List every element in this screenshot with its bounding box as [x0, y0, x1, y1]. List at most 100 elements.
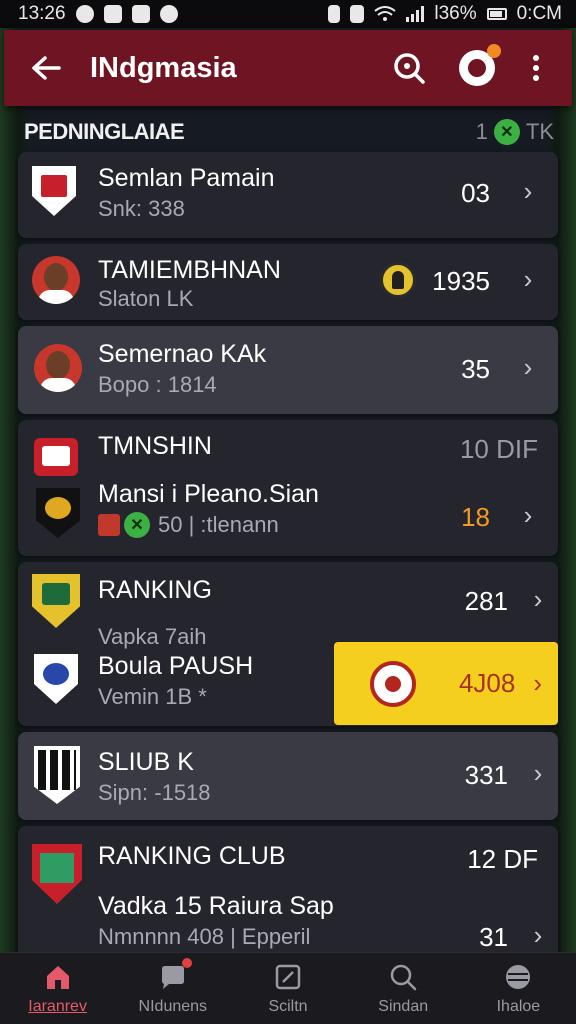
row-title: Semlan Pamain	[98, 164, 275, 192]
whistle-icon: ✕	[124, 512, 150, 538]
edit-square-icon	[273, 962, 303, 992]
image-icon	[131, 5, 150, 23]
nav-item-home[interactable]: Iaranrev	[0, 953, 115, 1024]
nav-label: Sciltn	[268, 997, 308, 1015]
row-subtitle: 50 | :tlenann	[158, 512, 279, 537]
flag-icon	[98, 514, 120, 536]
row-subtitle-secondary: Vapka 7aih	[98, 624, 207, 649]
vibrate-icon	[350, 5, 365, 23]
row-value: 31	[479, 922, 508, 952]
notification-dot	[487, 44, 501, 58]
section-label: PEDNINGLAIAE	[24, 119, 185, 144]
player-avatar	[34, 344, 82, 392]
club-crest-icon	[36, 488, 80, 538]
check-icon	[103, 5, 122, 23]
row-title: TAMIEMBHNAN	[98, 256, 281, 284]
battery-percent: Ɩ36%	[434, 3, 477, 24]
nav-label: NIdunens	[138, 997, 208, 1015]
row-subtitle: Bopo : 1814	[98, 372, 217, 397]
row-subtitle: Snk: 338	[98, 196, 185, 221]
section-meta: 1 ✕ TK	[476, 119, 554, 145]
status-time: 13:26	[18, 3, 66, 24]
nav-label: Sindan	[378, 997, 429, 1015]
row-value: 35	[461, 354, 490, 384]
nfc-icon	[328, 5, 341, 23]
player-avatar	[32, 256, 80, 304]
bottom-nav: Iaranrev NIdunens Sciltn Sindan Ihaloe	[0, 952, 576, 1024]
profile-badge-icon	[459, 44, 501, 86]
row-value-top: 281	[464, 586, 508, 616]
nav-item-edit[interactable]: Sciltn	[230, 953, 345, 1024]
status-bar: 13:26 Ɩ36% 0:CM	[0, 0, 576, 28]
list-item[interactable]: RANKING CLUB 12 DF Vadka 15 Raiura Sap N…	[18, 826, 558, 952]
row-title-secondary: Vadka 15 Raiura Sap	[98, 892, 334, 920]
nav-item-search[interactable]: Sindan	[346, 953, 461, 1024]
row-title: RANKING	[98, 576, 212, 604]
arrow-left-icon	[32, 56, 61, 80]
club-crest-icon	[32, 166, 76, 216]
list-item[interactable]: TAMIEMBHNAN Slaton LK 1935 ›	[18, 244, 558, 320]
avatar	[468, 59, 486, 77]
row-value: 331	[464, 760, 508, 790]
nav-item-ball[interactable]: Ihaloe	[461, 953, 576, 1024]
ball-icon	[503, 962, 533, 992]
row-title: SLIUB K	[98, 748, 194, 776]
club-crest-icon	[34, 654, 78, 704]
whistle-icon: ✕	[493, 119, 520, 145]
status-right: Ɩ36% 0:CM	[328, 3, 562, 25]
club-crest-icon	[34, 438, 78, 476]
app-bar: INdgmasia	[4, 30, 572, 106]
back-button[interactable]	[22, 44, 70, 92]
list-item[interactable]: Semlan Pamain Snk: 338 03 ›	[18, 152, 558, 238]
row-value: 03	[461, 178, 490, 208]
club-crest-icon	[32, 844, 82, 904]
chevron-right-icon: ›	[523, 352, 533, 382]
player-badge-icon	[380, 262, 416, 298]
section-header: PEDNINGLAIAE 1 ✕ TK	[24, 116, 554, 148]
chevron-right-icon: ›	[533, 584, 543, 614]
club-crest-icon	[34, 746, 80, 804]
chevron-right-icon: ›	[533, 758, 543, 788]
page-title: INdgmasia	[90, 51, 237, 84]
search-icon	[388, 962, 418, 992]
row-title: Semernao KAk	[98, 340, 267, 368]
list-item[interactable]: SLIUB K Sipn: -1518 331 ›	[18, 732, 558, 820]
chevron-right-icon: ›	[523, 264, 533, 294]
more-vertical-icon	[533, 55, 539, 81]
chevron-right-icon: ›	[533, 920, 543, 950]
highlight-value-button[interactable]: 4J08 ›	[334, 642, 558, 725]
search-button[interactable]	[382, 41, 436, 95]
row-title-secondary: Boula PAUSH	[98, 652, 254, 680]
nav-label: Ihaloe	[496, 997, 541, 1015]
row-title-secondary: Mansi i Pleano.Sian	[98, 480, 319, 508]
chat-icon	[158, 957, 192, 992]
chevron-right-icon: ›	[523, 500, 533, 530]
row-subtitle: Slaton LK	[98, 286, 194, 311]
list-item[interactable]: TMNSHIN 10 DIF Mansi i Pleano.Sian ✕ 50 …	[18, 420, 558, 556]
notification-icon	[75, 5, 94, 23]
notification-dot	[181, 957, 192, 968]
row-subtitle: Vemin 1B *	[98, 684, 207, 709]
list-item[interactable]: Semernao KAk Bopo : 1814 35 ›	[18, 326, 558, 414]
battery-icon	[486, 8, 507, 20]
more-button[interactable]	[518, 41, 554, 95]
home-icon	[43, 962, 73, 992]
status-clock: 0:CM	[516, 3, 562, 24]
row-value-top: 12 DF	[467, 844, 538, 874]
chevron-right-icon: ›	[533, 668, 542, 698]
wifi-icon	[374, 6, 396, 21]
row-value-top: 10 DIF	[459, 434, 538, 464]
row-value: 1935	[432, 266, 490, 296]
nav-label: Iaranrev	[28, 997, 87, 1015]
signal-icon	[406, 6, 425, 22]
row-subtitle: Sipn: -1518	[98, 780, 211, 805]
row-subtitle: Nmnnnn 408 | Epperil	[98, 924, 311, 949]
section-suffix: TK	[525, 119, 554, 144]
highlight-value: 4J08	[458, 668, 516, 698]
nav-item-chat[interactable]: NIdunens	[115, 953, 230, 1024]
status-left: 13:26	[18, 3, 178, 25]
row-value: 18	[461, 502, 490, 532]
app-icon	[159, 5, 178, 23]
profile-button[interactable]	[450, 41, 504, 95]
section-count: 1	[475, 119, 488, 144]
